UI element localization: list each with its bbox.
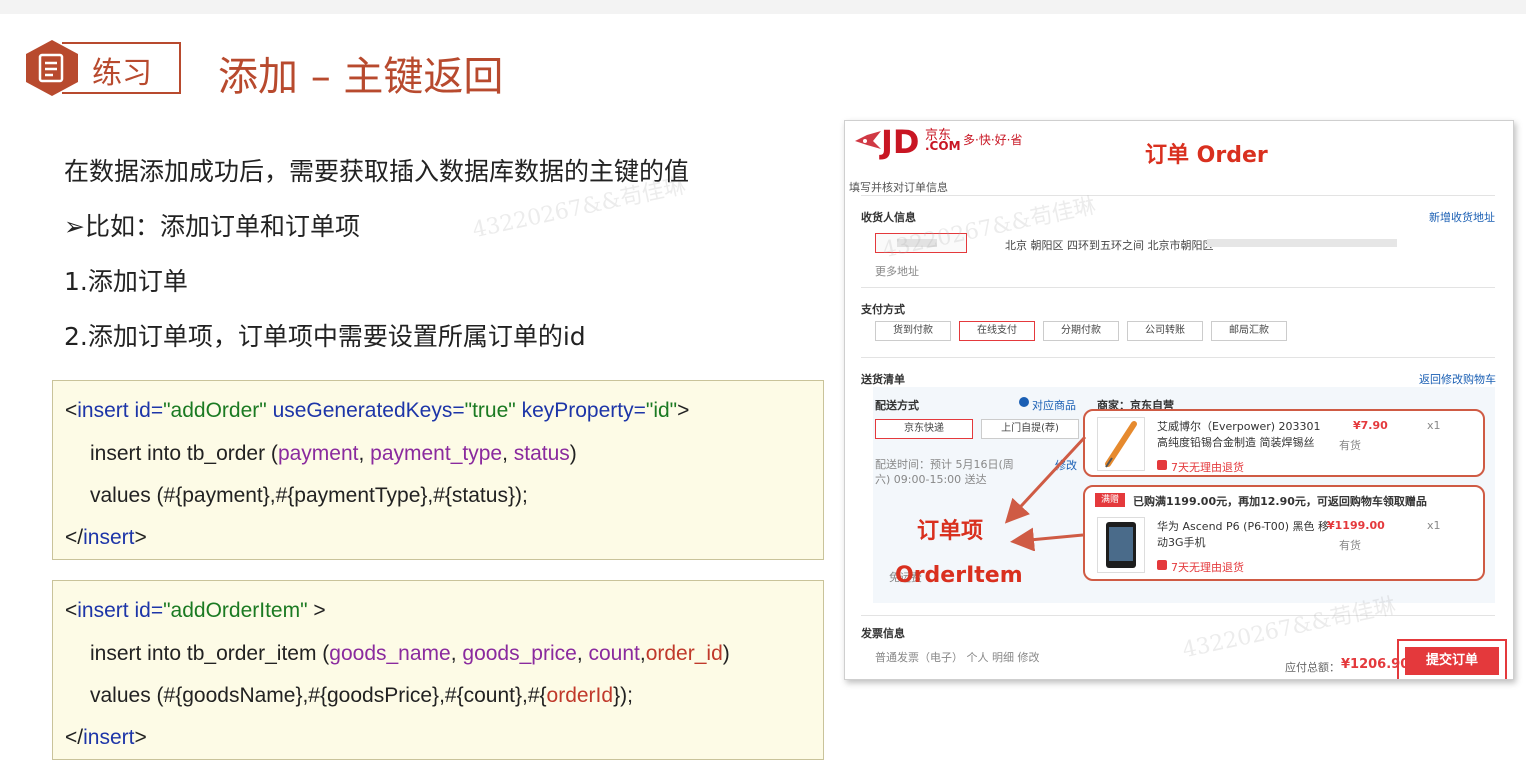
invoice-title: 发票信息 bbox=[861, 627, 905, 640]
jd-dog-icon bbox=[855, 131, 881, 149]
top-strip bbox=[0, 0, 1526, 14]
code-line: </insert> bbox=[65, 726, 147, 749]
blurred-address bbox=[1207, 239, 1397, 247]
exercise-icon bbox=[22, 38, 82, 98]
code-line: <insert id="addOrder" useGeneratedKeys="… bbox=[65, 399, 690, 422]
payment-option-selected[interactable]: 在线支付 bbox=[959, 321, 1035, 341]
order-item-annotation-cn: 订单项 bbox=[917, 519, 984, 544]
item-name: 艾威博尔（Everpower) 203301 高纯度铅锡合金制造 简装焊锡丝 bbox=[1157, 420, 1321, 449]
body-line: 2.添加订单项，订单项中需要设置所属订单的id bbox=[64, 322, 586, 351]
jd-logo: JD bbox=[881, 123, 920, 161]
step-title: 填写并核对订单信息 bbox=[849, 181, 948, 194]
item-qty: x1 bbox=[1427, 419, 1441, 432]
jd-logo-com: .COM bbox=[925, 139, 961, 153]
receiver-address: 北京 朝阳区 四环到五环之间 北京市朝阳区 bbox=[1005, 239, 1214, 252]
order-item-annotation-en: OrderItem bbox=[895, 563, 1023, 588]
returns-icon bbox=[1157, 460, 1167, 470]
arrow-icon bbox=[1004, 435, 1087, 551]
returns-icon bbox=[1157, 560, 1167, 570]
info-icon bbox=[1019, 397, 1029, 407]
invoice-detail: 普通发票（电子） 个人 明细 修改 bbox=[875, 651, 1040, 664]
delivery-method-title: 配送方式 bbox=[875, 399, 919, 412]
code-line: values (#{goodsName},#{goodsPrice},#{cou… bbox=[90, 684, 633, 707]
body-line: ➢比如：添加订单和订单项 bbox=[64, 212, 360, 241]
item-returns: 7天无理由退货 bbox=[1171, 461, 1244, 474]
item-stock: 有货 bbox=[1339, 539, 1361, 552]
total-label: 应付总额： bbox=[1285, 661, 1340, 674]
code-line: values (#{payment},#{paymentType},#{stat… bbox=[90, 484, 528, 507]
shipping-title: 送货清单 bbox=[861, 373, 905, 386]
payment-panel bbox=[861, 287, 1495, 351]
payment-option[interactable]: 邮局汇款 bbox=[1211, 321, 1287, 341]
product-image bbox=[1097, 417, 1145, 471]
payment-title: 支付方式 bbox=[861, 303, 905, 316]
body-line: 1.添加订单 bbox=[64, 267, 188, 296]
jd-order-screenshot: JD 京东 .COM 多·快·好·省 订单 Order 填写并核对订单信息 收货… bbox=[844, 120, 1514, 680]
code-line: <insert id="addOrderItem" > bbox=[65, 599, 326, 622]
slide-title: 添加 – 主键返回 bbox=[218, 54, 504, 100]
delivery-time: 配送时间：预计 5月16日(周六) 09:00-15:00 送达 bbox=[875, 458, 1014, 486]
body-line: 在数据添加成功后，需要获取插入数据库数据的主键的值 bbox=[64, 157, 690, 186]
product-image bbox=[1097, 517, 1145, 573]
more-address-link[interactable]: 更多地址 bbox=[875, 263, 919, 279]
promo-tag: 满赠 bbox=[1095, 493, 1125, 507]
item-stock: 有货 bbox=[1339, 439, 1361, 452]
code-block-add-order: <insert id="addOrder" useGeneratedKeys="… bbox=[52, 380, 824, 560]
item-price: ¥1199.00 bbox=[1327, 519, 1385, 532]
add-address-link[interactable]: 新增收货地址 bbox=[1429, 209, 1495, 225]
code-line: </insert> bbox=[65, 526, 147, 549]
section-label: 练习 bbox=[92, 56, 152, 91]
order-title: 订单 Order bbox=[1145, 143, 1268, 168]
item-returns: 7天无理由退货 bbox=[1171, 561, 1244, 574]
delivery-option-selected[interactable]: 京东快递 bbox=[875, 419, 973, 439]
code-block-add-order-item: <insert id="addOrderItem" > insert into … bbox=[52, 580, 824, 760]
payment-option[interactable]: 分期付款 bbox=[1043, 321, 1119, 341]
code-line: insert into tb_order_item (goods_name, g… bbox=[90, 642, 730, 665]
back-to-cart-link[interactable]: 返回修改购物车 bbox=[1419, 371, 1496, 387]
payment-option[interactable]: 货到付款 bbox=[875, 321, 951, 341]
jd-slogan: 多·快·好·省 bbox=[963, 133, 1023, 147]
item-name: 华为 Ascend P6 (P6-T00) 黑色 移动3G手机 bbox=[1157, 520, 1330, 549]
item-qty: x1 bbox=[1427, 519, 1441, 532]
receiver-title: 收货人信息 bbox=[861, 211, 916, 224]
submit-order-button[interactable]: 提交订单 bbox=[1405, 647, 1499, 675]
code-line: insert into tb_order (payment, payment_t… bbox=[90, 442, 577, 465]
item-price: ¥7.90 bbox=[1353, 419, 1388, 432]
payment-option[interactable]: 公司转账 bbox=[1127, 321, 1203, 341]
promo-text: 已购满1199.00元，再加12.90元，可返回购物车领取赠品 bbox=[1133, 495, 1427, 508]
